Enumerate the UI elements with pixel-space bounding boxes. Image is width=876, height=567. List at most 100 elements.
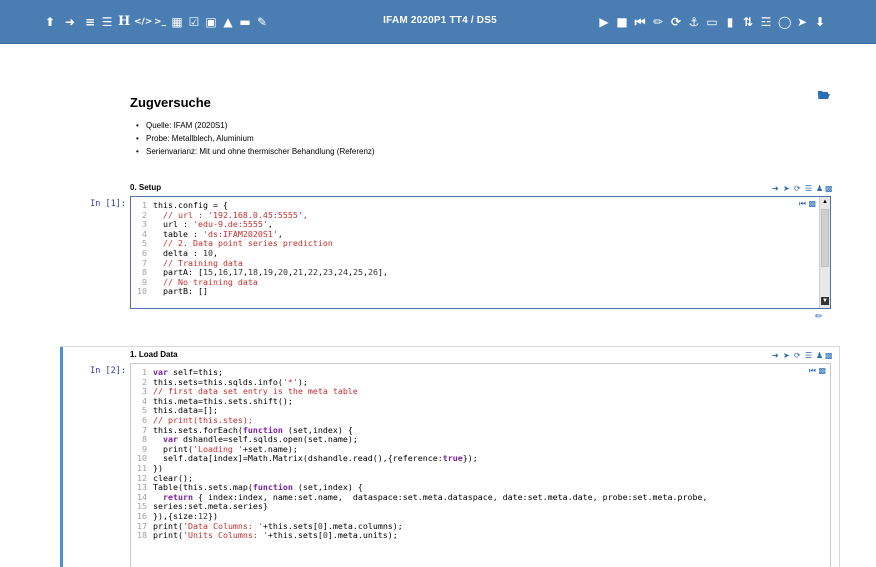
cell-prompt: In [1]: bbox=[90, 199, 126, 209]
table-icon[interactable]: ▦ bbox=[171, 14, 183, 30]
editor-tools: ⏮ ▩ bbox=[799, 199, 816, 209]
checkbox-icon[interactable]: ☑ bbox=[188, 14, 200, 30]
code-editor[interactable]: 1 this.config = {2 // url : '192.168.0.45… bbox=[130, 196, 831, 309]
scroll-down-arrow[interactable]: ▼ bbox=[821, 297, 829, 305]
notebook-heading: Zugversuche bbox=[130, 95, 211, 110]
code-text[interactable]: partB: [] bbox=[153, 286, 208, 297]
cell-title: 0. Setup bbox=[130, 183, 162, 192]
cell-title: 1. Load Data bbox=[130, 350, 178, 359]
list-icon[interactable]: ☰ bbox=[805, 184, 812, 193]
step-back-icon[interactable]: ⏮ bbox=[799, 199, 806, 208]
user-icon[interactable]: ♟ bbox=[816, 351, 823, 360]
image-icon[interactable]: ▣ bbox=[205, 14, 217, 30]
refresh-icon[interactable]: ⟳ bbox=[794, 184, 801, 193]
scroll-thumb[interactable] bbox=[821, 209, 829, 267]
code-text[interactable]: }) bbox=[153, 463, 163, 473]
code-text[interactable]: table : 'ds:IFAM2020S1', bbox=[153, 229, 283, 239]
code-text[interactable]: delta : 10, bbox=[153, 248, 218, 258]
monitor-icon[interactable]: ▭ bbox=[706, 14, 718, 30]
user-icon[interactable]: ♟ bbox=[816, 184, 823, 193]
code-text[interactable]: var dshandle=self.sqlds.open(set.name); bbox=[153, 434, 358, 444]
code-line[interactable]: 10 partB: [] bbox=[131, 287, 388, 297]
editor-scrollbar[interactable]: ▲ ▼ bbox=[819, 197, 830, 308]
list-icon[interactable]: ☰ bbox=[101, 14, 113, 30]
intro-list: Quelle: IFAM (2020S1) Probe: Metallblech… bbox=[136, 119, 375, 158]
sitemap-icon[interactable]: ◯ bbox=[778, 14, 791, 30]
code-text[interactable]: print('Loading '+set.name); bbox=[153, 444, 298, 454]
code-text[interactable]: // print(this.stes); bbox=[153, 415, 253, 425]
list-icon[interactable]: ☰ bbox=[805, 351, 812, 360]
code-lines[interactable]: 1 var self=this; 2 this.sets=this.sqlds.inf… bbox=[131, 367, 708, 541]
sort-icon[interactable]: ⇅ bbox=[742, 14, 754, 30]
line-number: 18 bbox=[137, 530, 147, 541]
step-back-icon[interactable]: ⏮ bbox=[634, 14, 646, 30]
sign-out-icon[interactable]: ➤ bbox=[796, 14, 808, 30]
eraser-icon[interactable]: ✏ bbox=[815, 311, 823, 322]
code-text[interactable]: partA: [15,16,17,18,19,20,21,22,23,24,25… bbox=[153, 267, 388, 277]
refresh-icon[interactable]: ⟳ bbox=[670, 14, 682, 30]
sign-in-icon[interactable]: ➜ bbox=[772, 184, 779, 193]
code-text[interactable]: clear(); bbox=[153, 473, 193, 483]
bookmark-icon[interactable]: ▮ bbox=[724, 14, 736, 30]
code-text[interactable]: this.data=[]; bbox=[153, 405, 218, 416]
sign-out-icon[interactable]: ➤ bbox=[783, 351, 790, 360]
upload-icon[interactable]: ⬆ bbox=[44, 14, 56, 30]
code-text[interactable]: this.sets=this.sqlds.info('*'); bbox=[153, 377, 308, 387]
code-text[interactable]: return { index:index, name:set.name, dat… bbox=[153, 492, 708, 502]
cell-controls: ➜ ➤ ⟳ ☰ ♟ ▩ bbox=[772, 184, 833, 193]
chevron-up-icon[interactable]: ▲ bbox=[222, 14, 234, 30]
play-icon[interactable]: ▶ bbox=[598, 14, 610, 30]
stop-icon[interactable]: ■ bbox=[616, 14, 628, 30]
code-text[interactable]: // url : '192.168.0.45:5555', bbox=[153, 210, 308, 220]
code-text[interactable]: url : 'edu-9.de:5555', bbox=[153, 219, 273, 229]
code-text[interactable]: }),{size:12}) bbox=[153, 511, 218, 521]
code-text[interactable]: // 2. Data point series prediction bbox=[153, 238, 333, 249]
code-text[interactable]: print('Data Columns: '+this.sets[0].meta… bbox=[153, 521, 403, 531]
code-text[interactable]: this.sets.forEach(function (set,index) { bbox=[153, 425, 353, 435]
sign-out-icon[interactable]: ➤ bbox=[783, 184, 790, 193]
terminal-icon[interactable]: >_ bbox=[153, 14, 167, 30]
code-text[interactable]: print('Units Columns: '+this.sets[0].met… bbox=[153, 530, 398, 540]
list-item: Serienvarianz: Mit und ohne thermischer … bbox=[136, 145, 375, 158]
sign-in-icon[interactable]: ➜ bbox=[772, 351, 779, 360]
code-icon[interactable]: </> bbox=[134, 14, 152, 30]
code-text[interactable]: var self=this; bbox=[153, 367, 223, 377]
step-back-icon[interactable]: ⏮ bbox=[809, 366, 816, 375]
scroll-up-arrow[interactable]: ▲ bbox=[821, 198, 829, 206]
main-toolbar: ⬆ ➜ ≡ ☰ H </> >_ ▦ ☑ ▣ ▲ ▬ ✎ IFAM 2020P1… bbox=[0, 0, 876, 44]
folder-icon[interactable]: ▩ bbox=[808, 199, 816, 208]
folder-icon[interactable]: ▩ bbox=[825, 184, 833, 193]
minus-square-icon[interactable]: ▬ bbox=[239, 14, 251, 30]
code-text[interactable]: // first data set entry is the meta tabl… bbox=[153, 386, 358, 396]
code-text[interactable]: // No training data bbox=[153, 277, 258, 287]
code-lines[interactable]: 1 this.config = {2 // url : '192.168.0.45… bbox=[131, 200, 388, 297]
code-line[interactable]: 11}) bbox=[131, 463, 708, 474]
code-line[interactable]: 10 self.data[index]=Math.Matrix(dshandle… bbox=[131, 454, 708, 464]
pencil-icon[interactable]: ✎ bbox=[256, 14, 268, 30]
code-editor[interactable]: 1 var self=this; 2 this.sets=this.sqlds.inf… bbox=[130, 363, 831, 567]
document-title: IFAM 2020P1 TT4 / DS5 bbox=[383, 15, 497, 26]
folder-icon[interactable]: ▩ bbox=[825, 351, 833, 360]
list-item: Quelle: IFAM (2020S1) bbox=[136, 119, 375, 132]
list-item: Probe: Metallblech, Aluminium bbox=[136, 132, 375, 145]
folder-icon[interactable]: ▩ bbox=[818, 366, 826, 375]
code-line[interactable]: 18 print('Units Columns: '+this.sets[0].m… bbox=[131, 530, 708, 541]
list-ordered-icon[interactable]: ≡ bbox=[84, 14, 96, 30]
anchor-icon[interactable]: ⚓ bbox=[688, 14, 700, 30]
heading-icon[interactable]: H bbox=[118, 14, 130, 30]
code-text[interactable]: series:set.meta.series} bbox=[153, 501, 268, 512]
cell-controls: ➜ ➤ ⟳ ☰ ♟ ▩ bbox=[772, 351, 833, 360]
eraser-icon[interactable]: ✏ bbox=[652, 14, 664, 30]
code-text[interactable]: Table(this.sets.map(function (set,index)… bbox=[153, 482, 363, 492]
code-text[interactable]: this.config = { bbox=[153, 200, 228, 210]
sign-in-icon[interactable]: ➜ bbox=[64, 14, 76, 30]
code-text[interactable]: // Training data bbox=[153, 258, 243, 268]
download-icon[interactable]: ⬇ bbox=[814, 14, 826, 30]
line-number: 10 bbox=[137, 286, 147, 297]
folder-open-icon[interactable] bbox=[818, 90, 830, 99]
database-icon[interactable]: ☲ bbox=[760, 14, 772, 30]
editor-tools: ⏮ ▩ bbox=[809, 366, 826, 376]
code-text[interactable]: self.data[index]=Math.Matrix(dshandle.re… bbox=[153, 453, 478, 464]
refresh-icon[interactable]: ⟳ bbox=[794, 351, 801, 360]
code-text[interactable]: this.meta=this.sets.shift(); bbox=[153, 396, 293, 406]
